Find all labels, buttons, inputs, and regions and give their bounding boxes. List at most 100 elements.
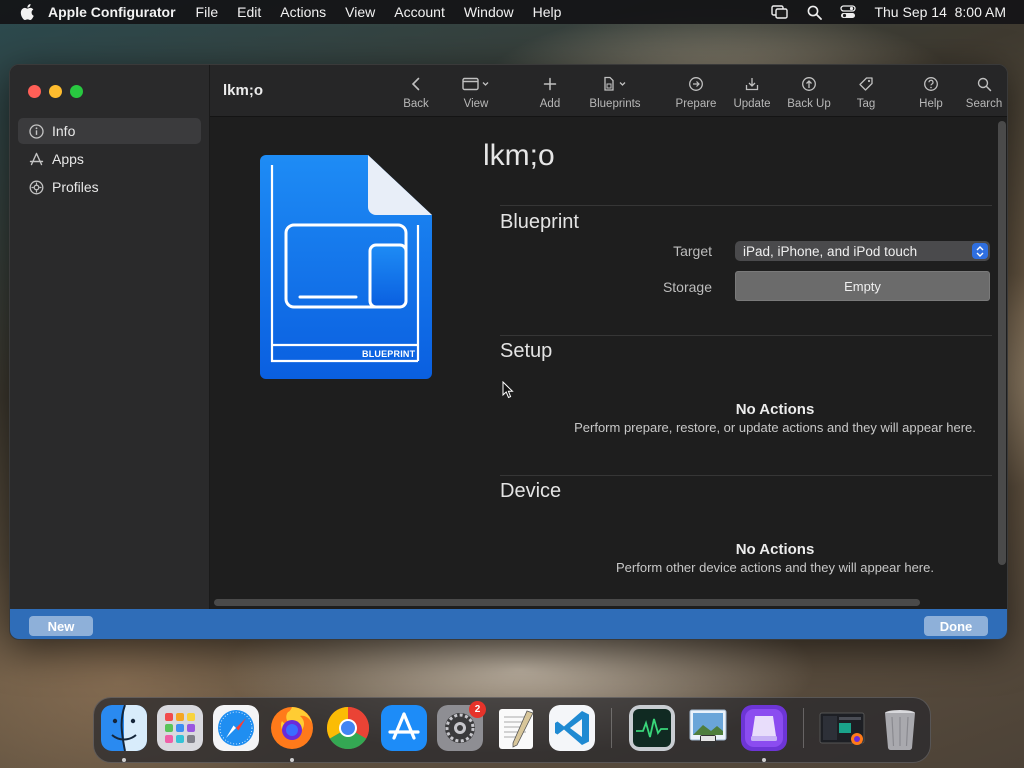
sidebar-item-label: Profiles — [52, 179, 99, 195]
blueprint-badge-text: BLUEPRINT — [362, 349, 416, 359]
zoom-window-button[interactable] — [70, 85, 83, 98]
dock-launchpad-icon[interactable] — [157, 705, 203, 751]
minimize-window-button[interactable] — [49, 85, 62, 98]
running-indicator — [122, 758, 126, 762]
update-button[interactable]: Update — [722, 73, 782, 113]
app-store-icon — [28, 151, 44, 167]
device-empty-title: No Actions — [735, 541, 815, 558]
tag-icon — [858, 73, 874, 95]
add-button[interactable]: Add — [520, 73, 580, 113]
menu-help[interactable]: Help — [533, 4, 562, 20]
notification-badge: 2 — [469, 701, 486, 718]
menu-clock[interactable]: Thu Sep 14 8:00 AM — [874, 4, 1006, 20]
storage-label: Storage — [662, 279, 712, 295]
dock-firefox-icon[interactable] — [269, 705, 315, 751]
storage-button[interactable]: Empty — [735, 271, 990, 301]
setup-empty-title: No Actions — [735, 401, 815, 418]
toolbar-label: Search — [965, 98, 1003, 110]
control-center-icon[interactable] — [840, 5, 857, 19]
setup-section-title: Setup — [500, 340, 553, 362]
window-title: lkm;o — [223, 82, 264, 99]
window-icon — [462, 73, 490, 95]
close-window-button[interactable] — [28, 85, 41, 98]
toolbar-label: Back Up — [787, 98, 831, 110]
done-button[interactable]: Done — [924, 616, 988, 636]
sidebar-item-profiles[interactable]: Profiles — [18, 174, 201, 200]
info-circle-icon — [28, 123, 44, 139]
new-button[interactable]: New — [29, 616, 93, 636]
toolbar: lkm;o Back View Add Blueprints Prepare U… — [210, 65, 1007, 117]
bottom-bar: New Done — [10, 609, 1007, 639]
view-button[interactable]: View — [446, 73, 506, 113]
configurator-window: Info Apps Profiles lkm;o Back View Add B… — [9, 64, 1008, 640]
dock-separator — [611, 708, 612, 748]
screen-mirroring-icon[interactable] — [771, 5, 789, 19]
help-button[interactable]: Help — [901, 73, 961, 113]
dock-chrome-icon[interactable] — [325, 705, 371, 751]
mouse-pointer-icon — [502, 380, 514, 404]
toolbar-label: View — [463, 98, 489, 110]
dock-finder-icon[interactable] — [101, 705, 147, 751]
target-label: Target — [673, 243, 712, 259]
update-icon — [744, 73, 760, 95]
prepare-button[interactable]: Prepare — [666, 73, 726, 113]
section-divider — [500, 335, 992, 336]
section-divider — [500, 475, 992, 476]
menu-account[interactable]: Account — [394, 4, 445, 20]
tag-button[interactable]: Tag — [836, 73, 896, 113]
sidebar: Info Apps Profiles — [10, 65, 210, 609]
horizontal-scrollbar[interactable] — [214, 599, 920, 606]
dock-recent-window-icon[interactable] — [819, 705, 865, 751]
menu-window[interactable]: Window — [464, 4, 514, 20]
back-button[interactable]: Back — [386, 73, 446, 113]
dock-separator — [803, 708, 804, 748]
gear-badge-icon — [28, 179, 44, 195]
search-button[interactable]: Search — [954, 73, 1007, 113]
dock-apple-configurator-icon[interactable] — [741, 705, 787, 751]
menu-file[interactable]: File — [196, 4, 219, 20]
blueprints-button[interactable]: Blueprints — [585, 73, 645, 113]
toolbar-label: Prepare — [675, 98, 717, 110]
menu-actions[interactable]: Actions — [280, 4, 326, 20]
target-select[interactable]: iPad, iPhone, and iPod touch — [735, 241, 990, 261]
dock-activity-monitor-icon[interactable] — [629, 705, 675, 751]
sidebar-item-info[interactable]: Info — [18, 118, 201, 144]
dock-textedit-icon[interactable] — [493, 705, 539, 751]
chevron-up-down-icon — [972, 243, 988, 259]
toolbar-label: Update — [733, 98, 771, 110]
sidebar-item-label: Info — [52, 123, 76, 139]
dock-preview-icon[interactable] — [685, 705, 731, 751]
dock-vscode-icon[interactable] — [549, 705, 595, 751]
dock-app-store-icon[interactable] — [381, 705, 427, 751]
dock-safari-icon[interactable] — [213, 705, 259, 751]
running-indicator — [290, 758, 294, 762]
menu-edit[interactable]: Edit — [237, 4, 261, 20]
detail-pane: BLUEPRINT lkm;o Blueprint Target iPad, i… — [210, 117, 1007, 609]
running-indicator — [762, 758, 766, 762]
search-icon — [977, 73, 992, 95]
device-empty-text: Perform other device actions and they wi… — [616, 560, 934, 575]
menu-bar: Apple Configurator File Edit Actions Vie… — [0, 0, 1024, 24]
backup-icon — [801, 73, 817, 95]
window-controls — [28, 85, 83, 98]
toolbar-label: Tag — [856, 98, 876, 110]
toolbar-label: Help — [919, 98, 943, 110]
menu-view[interactable]: View — [345, 4, 375, 20]
backup-button[interactable]: Back Up — [779, 73, 839, 113]
vertical-scrollbar[interactable] — [998, 121, 1006, 565]
section-divider — [500, 205, 992, 206]
sidebar-list: Info Apps Profiles — [18, 118, 201, 202]
blueprint-document-icon: BLUEPRINT — [260, 151, 436, 388]
prepare-icon — [688, 73, 704, 95]
device-section-title: Device — [500, 480, 562, 502]
chevron-left-icon — [411, 73, 421, 95]
menu-app-name[interactable]: Apple Configurator — [48, 4, 176, 20]
apple-logo-icon[interactable] — [16, 1, 38, 23]
blueprint-name-heading: lkm;o — [483, 139, 555, 172]
sidebar-item-label: Apps — [52, 151, 84, 167]
toolbar-label: Back — [403, 98, 429, 110]
toolbar-label: Add — [539, 98, 561, 110]
spotlight-search-icon[interactable] — [807, 5, 823, 20]
dock-trash-icon[interactable] — [877, 705, 923, 751]
sidebar-item-apps[interactable]: Apps — [18, 146, 201, 172]
